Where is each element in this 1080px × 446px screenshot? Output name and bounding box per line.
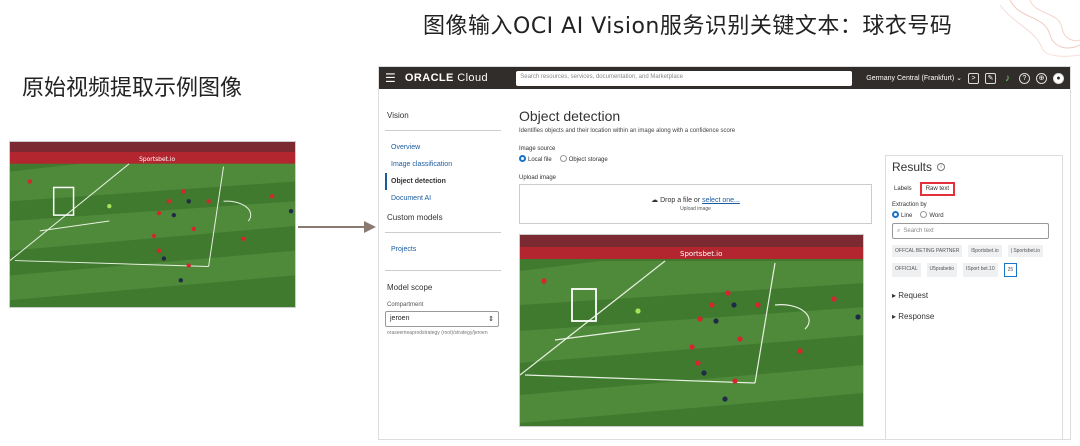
edit-icon[interactable]: ✎ <box>985 72 996 84</box>
text-chip[interactable]: OFFICIAL <box>892 263 921 277</box>
page-title: Object detection <box>519 108 621 124</box>
flow-arrow-icon <box>298 221 376 233</box>
compartment-path: oraseemeaprodstrategy (root)/strategy/je… <box>387 330 488 336</box>
global-search-input[interactable]: Search resources, services, documentatio… <box>516 70 853 86</box>
uploaded-image-preview: Sportsbet.io <box>519 234 864 427</box>
tab-raw-text[interactable]: Raw text <box>919 182 956 196</box>
chevron-updown-icon: ⇕ <box>488 316 494 323</box>
extraction-label: Extraction by <box>892 202 927 208</box>
response-expander[interactable]: ▸ Response <box>892 312 1056 321</box>
page-description: Identifies objects and their location wi… <box>519 128 736 134</box>
upload-sublabel: Upload image <box>680 206 711 212</box>
radio-empty-icon <box>559 155 567 162</box>
oracle-cloud-logo[interactable]: ORACLE Cloud <box>405 72 516 84</box>
help-icon[interactable]: ? <box>1019 72 1030 84</box>
sidebar-item-projects[interactable]: Projects <box>385 241 505 258</box>
search-icon: ⌕ <box>897 228 901 234</box>
left-heading: 原始视频提取示例图像 <box>22 76 243 101</box>
region-selector[interactable]: Germany Central (Frankfurt) ⌄ <box>866 74 962 82</box>
sidebar-item-overview[interactable]: Overview <box>385 139 505 156</box>
divider <box>385 270 501 271</box>
info-icon[interactable]: i <box>937 163 946 171</box>
text-chip[interactable]: l5portsbet.io <box>968 245 1002 257</box>
text-chip[interactable]: | Sportsbet.io <box>1007 245 1043 257</box>
tab-labels[interactable]: Labels <box>892 183 914 195</box>
request-expander[interactable]: ▸ Request <box>892 291 1056 300</box>
video-frame-image: Sportsbet.io <box>9 141 296 308</box>
select-file-link[interactable]: select one... <box>702 197 740 204</box>
console-topbar: ☰ ORACLE Cloud Search resources, service… <box>379 67 1070 89</box>
divider <box>385 130 501 131</box>
results-search-input[interactable]: ⌕ Search text <box>892 223 1049 239</box>
svg-text:Sportsbet.io: Sportsbet.io <box>680 250 722 258</box>
text-chip[interactable]: U5prabetio <box>926 263 957 277</box>
sidebar-item-image-classification[interactable]: Image classification <box>385 156 505 173</box>
word-radio[interactable]: Word <box>920 211 944 219</box>
terminal-icon[interactable]: > <box>968 72 979 84</box>
user-icon[interactable]: ● <box>1053 72 1064 84</box>
football-pitch-image: Sportsbet.io <box>520 235 863 426</box>
upload-dropzone[interactable]: ☁ Drop a file or select one... Upload im… <box>519 184 872 224</box>
object-storage-radio[interactable]: Object storage <box>559 155 608 163</box>
radio-empty-icon <box>920 211 928 218</box>
oci-console-window: ☰ ORACLE Cloud Search resources, service… <box>378 66 1071 440</box>
slide-title: 图像输入OCI AI Vision服务识别关键文本：球衣号码 <box>423 14 953 39</box>
raw-text-chips: OFFCAL BETING PARTNER l5portsbet.io | Sp… <box>892 245 1052 277</box>
compartment-label: Compartment <box>387 302 424 308</box>
vision-sidenav: Vision Overview Image classification Obj… <box>379 89 511 439</box>
upload-image-label: Upload image <box>519 175 557 181</box>
radio-selected-icon <box>892 211 899 218</box>
image-source-label: Image source <box>519 146 556 152</box>
upload-cloud-icon: ☁ <box>651 197 659 204</box>
slide: 图像输入OCI AI Vision服务识别关键文本：球衣号码 原始视频提取示例图… <box>0 0 1080 446</box>
divider <box>385 232 501 233</box>
custom-models-heading: Custom models <box>387 213 443 222</box>
text-chip-selected[interactable]: 25 <box>1003 263 1018 277</box>
local-file-radio[interactable]: Local file <box>519 155 552 163</box>
globe-icon[interactable]: ⊕ <box>1036 72 1047 84</box>
svg-text:Sportsbet.io: Sportsbet.io <box>139 156 175 163</box>
bell-icon[interactable]: ♪ <box>1002 73 1013 84</box>
model-scope-heading: Model scope <box>387 283 433 292</box>
radio-selected-icon <box>519 155 526 162</box>
object-detection-main: Object detection Identifies objects and … <box>519 89 879 439</box>
line-radio[interactable]: Line <box>892 211 912 219</box>
compartment-select[interactable]: jeroen ⇕ <box>385 311 499 327</box>
menu-icon[interactable]: ☰ <box>385 71 399 85</box>
results-title: Results <box>892 160 933 174</box>
sidebar-item-object-detection[interactable]: Object detection <box>385 173 505 190</box>
results-panel: Results i Labels Raw text Extraction by L… <box>885 155 1063 439</box>
football-pitch-image: Sportsbet.io <box>10 142 295 307</box>
corner-decoration <box>999 0 1080 57</box>
sidenav-title: Vision <box>387 111 409 120</box>
text-chip[interactable]: ISport bet.10 <box>962 263 998 277</box>
sidebar-item-document-ai[interactable]: Document AI <box>385 190 505 207</box>
caret-right-icon: ▸ <box>892 312 897 321</box>
text-chip[interactable]: OFFCAL BETING PARTNER <box>892 245 963 257</box>
caret-right-icon: ▸ <box>892 291 897 300</box>
